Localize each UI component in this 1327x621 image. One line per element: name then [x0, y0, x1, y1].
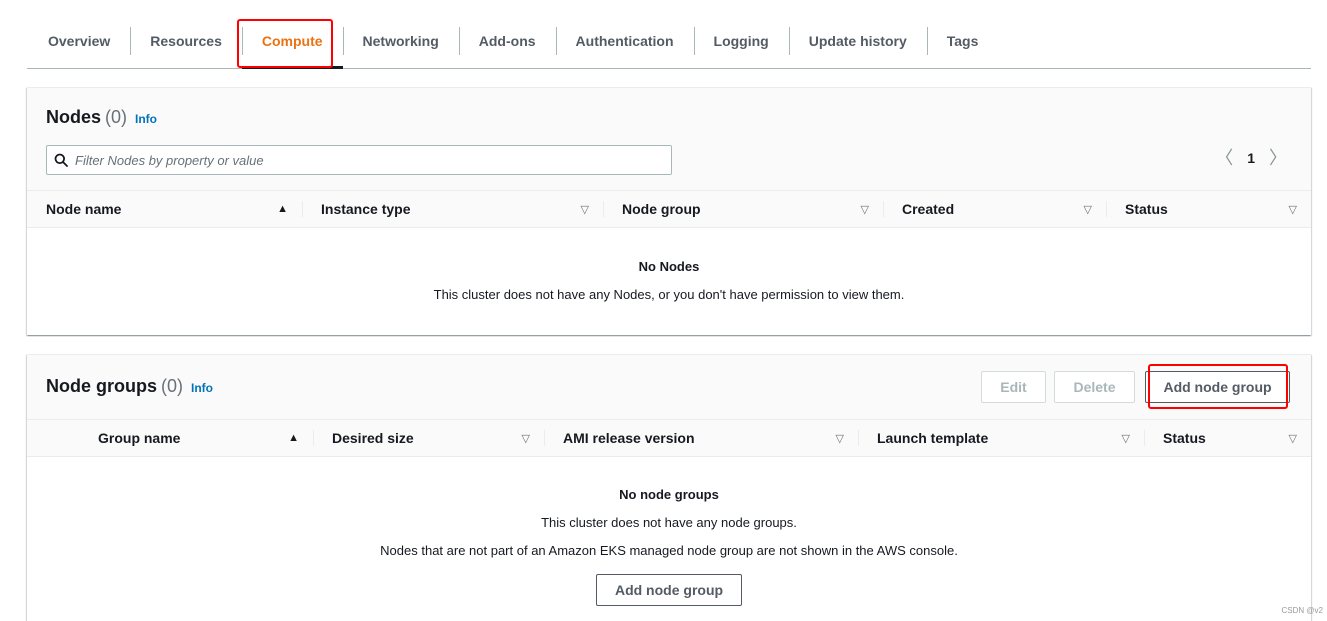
tab-authentication[interactable]: Authentication: [555, 14, 694, 68]
node-groups-count: (0): [161, 376, 183, 396]
sort-icon: ▽: [521, 432, 530, 445]
node-groups-console-note: Nodes that are not part of an Amazon EKS…: [380, 543, 958, 558]
search-icon: [47, 153, 75, 167]
chevron-right-icon[interactable]: 〉: [1269, 149, 1287, 167]
tab-resources[interactable]: Resources: [130, 14, 242, 68]
nodes-info-link[interactable]: Info: [135, 112, 157, 126]
nodes-empty-state: No Nodes This cluster does not have any …: [27, 259, 1311, 315]
add-node-group-empty-button[interactable]: Add node group: [596, 574, 742, 606]
sort-icon: ▽: [1083, 203, 1092, 216]
node-groups-title-text: Node groups: [46, 376, 157, 396]
node-groups-empty-title: No node groups: [619, 487, 719, 502]
node-groups-title: Node groups (0) Info: [46, 376, 213, 397]
page-number[interactable]: 1: [1247, 150, 1255, 166]
tab-overview[interactable]: Overview: [27, 14, 130, 68]
edit-button[interactable]: Edit: [981, 371, 1046, 403]
nodes-panel: Nodes (0) Info 〈 1 〉 Node name ▲ Instanc…: [27, 87, 1311, 335]
nodes-table-header: Node name ▲ Instance type ▽ Node group ▽…: [27, 190, 1311, 228]
tab-tags[interactable]: Tags: [926, 14, 999, 68]
nodes-empty-text: This cluster does not have any Nodes, or…: [433, 287, 905, 302]
node-groups-empty-text: This cluster does not have any node grou…: [541, 515, 797, 530]
sort-ascending-icon: ▲: [288, 432, 299, 444]
nodes-pagination: 〈 1 〉: [1215, 149, 1287, 167]
tab-networking[interactable]: Networking: [342, 14, 459, 68]
column-desired-size[interactable]: Desired size ▽: [313, 419, 544, 457]
sort-icon: ▽: [1288, 203, 1297, 216]
nodes-title: Nodes (0) Info: [46, 107, 157, 128]
column-instance-type[interactable]: Instance type ▽: [302, 190, 603, 228]
node-groups-panel-header: Node groups (0) Info Edit Delete Add nod…: [27, 355, 1311, 419]
sort-icon: ▽: [860, 203, 869, 216]
tab-add-ons[interactable]: Add-ons: [458, 14, 556, 68]
column-status[interactable]: Status ▽: [1106, 190, 1311, 228]
sort-icon: ▽: [835, 432, 844, 445]
nodes-search-input[interactable]: [75, 152, 655, 168]
node-groups-table-header: Group name ▲ Desired size ▽ AMI release …: [27, 419, 1311, 457]
nodes-count: (0): [105, 107, 128, 127]
nodes-empty-title: No Nodes: [638, 259, 700, 274]
column-created[interactable]: Created ▽: [883, 190, 1106, 228]
tab-bar: Overview Resources Compute Networking Ad…: [27, 14, 1311, 69]
tab-update-history[interactable]: Update history: [788, 14, 927, 68]
add-node-group-button[interactable]: Add node group: [1145, 371, 1290, 403]
node-groups-info-link[interactable]: Info: [191, 381, 213, 395]
nodes-search-box[interactable]: [46, 145, 672, 175]
chevron-left-icon[interactable]: 〈: [1215, 149, 1233, 167]
tab-compute[interactable]: Compute: [241, 14, 343, 69]
delete-button[interactable]: Delete: [1054, 371, 1135, 403]
column-launch-template[interactable]: Launch template ▽: [858, 419, 1144, 457]
tab-logging[interactable]: Logging: [693, 14, 789, 68]
watermark: CSDN @v2: [1281, 606, 1323, 615]
column-ami-release-version[interactable]: AMI release version ▽: [544, 419, 858, 457]
select-column-spacer: [27, 419, 79, 457]
nodes-title-text: Nodes: [46, 107, 102, 127]
sort-icon: ▽: [580, 203, 589, 216]
column-node-name[interactable]: Node name ▲: [27, 190, 302, 228]
node-groups-panel: Node groups (0) Info Edit Delete Add nod…: [27, 354, 1311, 621]
sort-icon: ▽: [1121, 432, 1130, 445]
column-node-group[interactable]: Node group ▽: [603, 190, 883, 228]
node-groups-empty-state: No node groups This cluster does not hav…: [27, 487, 1311, 571]
nodes-panel-header: Nodes (0) Info 〈 1 〉: [27, 88, 1311, 190]
sort-icon: ▽: [1288, 432, 1297, 445]
column-group-name[interactable]: Group name ▲: [79, 419, 313, 457]
sort-ascending-icon: ▲: [277, 203, 288, 215]
column-status[interactable]: Status ▽: [1144, 419, 1311, 457]
